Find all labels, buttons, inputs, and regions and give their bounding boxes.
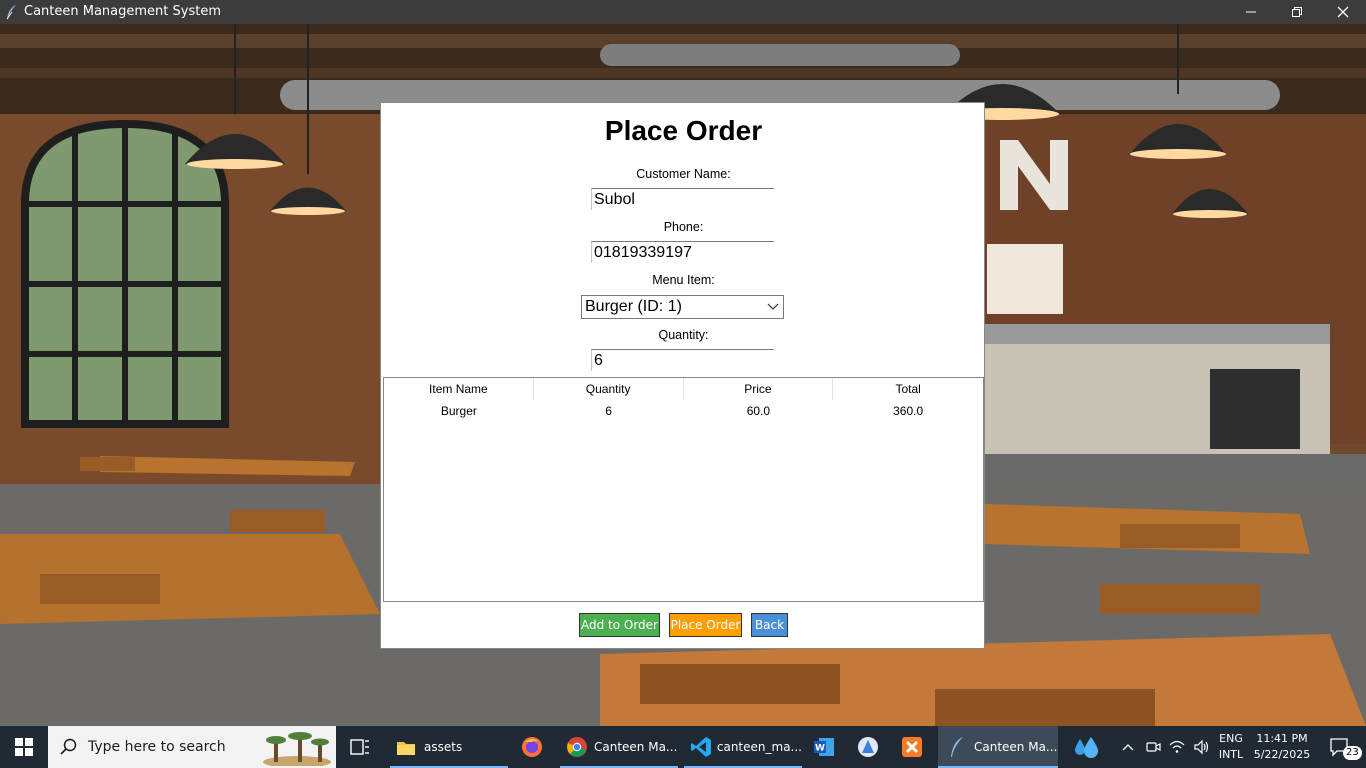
taskbar-app-label: assets [424, 740, 463, 754]
search-icon [60, 738, 77, 755]
table-row[interactable]: Burger 6 60.0 360.0 [384, 401, 983, 421]
notification-badge: 23 [1343, 746, 1362, 760]
minimize-button[interactable] [1228, 0, 1274, 24]
notification-center-button[interactable]: 23 [1318, 726, 1362, 768]
search-placeholder: Type here to search [88, 739, 226, 755]
window-title: Canteen Management System [24, 4, 221, 19]
windows-logo-icon [15, 738, 33, 756]
meet-now-button[interactable] [1142, 726, 1164, 768]
folder-icon [397, 742, 415, 755]
window-content: Place Order Customer Name: Phone: Menu I… [0, 24, 1366, 726]
volume-button[interactable] [1190, 726, 1212, 768]
firefox-icon [522, 737, 542, 757]
search-highlight-illustration-icon [263, 732, 331, 766]
taskbar-search-box[interactable]: Type here to search [48, 726, 336, 768]
chevron-up-icon [1122, 744, 1134, 751]
order-items-table[interactable]: Item Name Quantity Price Total Burger 6 … [383, 377, 984, 602]
language-code: ENG [1219, 732, 1243, 745]
customer-name-input[interactable] [591, 188, 774, 210]
taskbar-app-xampp[interactable] [892, 726, 932, 768]
cell-item-name: Burger [440, 404, 477, 418]
restore-button[interactable] [1274, 0, 1320, 24]
menu-item-label: Menu Item: [652, 273, 715, 287]
taskbar: Type here to search assets Canteen Ma...… [0, 726, 1366, 768]
table-header: Item Name Quantity Price Total [384, 378, 983, 400]
quantity-input[interactable] [591, 349, 774, 371]
cell-total: 360.0 [893, 404, 924, 418]
cell-quantity: 6 [605, 404, 612, 418]
weather-widget[interactable] [1068, 726, 1104, 768]
taskbar-app-python[interactable]: Canteen Ma... [938, 726, 1058, 768]
menu-item-select[interactable]: Burger (ID: 1) [581, 295, 784, 319]
task-view-button[interactable] [340, 726, 380, 768]
vscode-icon [691, 737, 711, 757]
speaker-icon [1194, 739, 1209, 755]
keyboard-layout: INTL [1218, 748, 1244, 761]
svg-text:W: W [815, 744, 825, 754]
network-button[interactable] [1166, 726, 1188, 768]
place-order-panel: Place Order Customer Name: Phone: Menu I… [380, 102, 985, 649]
minimize-icon [1246, 11, 1256, 13]
taskbar-app-label: Canteen Ma... [594, 740, 678, 754]
water-drop-icon [1075, 737, 1098, 758]
taskbar-app-label: Canteen Ma... [974, 740, 1058, 754]
chevron-down-icon [767, 303, 779, 310]
feather-icon [6, 5, 16, 20]
chrome-icon [567, 737, 587, 757]
word-icon: W [814, 738, 834, 756]
menu-item-selected-value: Burger (ID: 1) [585, 298, 682, 315]
phone-input[interactable] [591, 241, 774, 263]
app-icon [858, 737, 878, 757]
python-feather-icon [951, 737, 963, 757]
taskbar-app-chrome[interactable]: Canteen Ma... [560, 726, 678, 768]
column-header-total[interactable]: Total [833, 378, 983, 400]
back-button[interactable]: Back [751, 613, 788, 637]
taskbar-app-file-explorer[interactable]: assets [390, 726, 508, 768]
customer-name-label: Customer Name: [636, 167, 731, 181]
input-language-indicator[interactable]: ENG INTL [1214, 732, 1248, 761]
restore-icon [1292, 7, 1302, 17]
column-header-price[interactable]: Price [684, 378, 834, 400]
cell-price: 60.0 [746, 404, 771, 418]
clock[interactable]: 11:41 PM 5/22/2025 [1250, 732, 1314, 761]
close-icon [1337, 6, 1349, 18]
column-header-item-name[interactable]: Item Name [384, 378, 534, 400]
add-to-order-button[interactable]: Add to Order [579, 613, 660, 637]
taskbar-app-word[interactable]: W [804, 726, 844, 768]
xampp-icon [902, 737, 922, 757]
close-button[interactable] [1320, 0, 1366, 24]
place-order-button[interactable]: Place Order [669, 613, 742, 637]
column-header-quantity[interactable]: Quantity [534, 378, 684, 400]
page-title: Place Order [604, 115, 763, 146]
phone-label: Phone: [663, 220, 704, 234]
start-button[interactable] [0, 726, 48, 768]
taskbar-app-generic[interactable] [848, 726, 888, 768]
taskbar-app-vscode[interactable]: canteen_ma... [684, 726, 802, 768]
quantity-label: Quantity: [658, 328, 709, 342]
camera-icon [1146, 742, 1161, 752]
task-view-icon [350, 739, 369, 755]
taskbar-app-label: canteen_ma... [716, 740, 802, 754]
clock-date: 5/22/2025 [1253, 748, 1311, 761]
show-hidden-icons-button[interactable] [1118, 726, 1138, 768]
wifi-icon [1169, 740, 1185, 753]
taskbar-app-firefox[interactable] [512, 726, 552, 768]
clock-time: 11:41 PM [1256, 732, 1308, 745]
window-titlebar[interactable]: Canteen Management System [0, 0, 1366, 24]
